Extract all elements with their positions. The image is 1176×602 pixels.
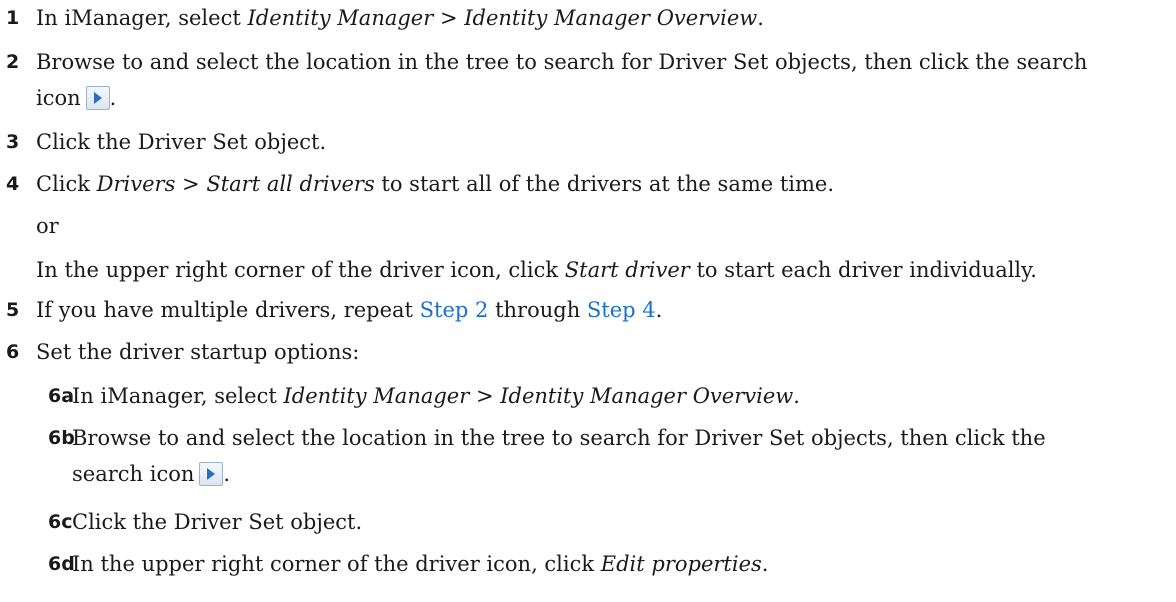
step-6: 6 Set the driver startup options:	[0, 334, 359, 370]
step-4: 4 Click Drivers > Start all drivers to s…	[0, 166, 834, 202]
step-text-part: If you have multiple drivers, repeat	[36, 298, 420, 322]
step-2: 2 Browse to and select the location in t…	[0, 44, 1087, 116]
step-text-part: Browse to and select the location in the…	[72, 426, 1046, 450]
step-6d: 6d In the upper right corner of the driv…	[0, 546, 768, 582]
step-4-alternative: In the upper right corner of the driver …	[36, 252, 1037, 288]
step-text-part: to start each driver individually.	[689, 258, 1037, 282]
step-text: Set the driver startup options:	[36, 340, 360, 364]
menu-path: Identity Manager > Identity Manager Over…	[247, 6, 758, 30]
step-text-part: In the upper right corner of the driver …	[72, 552, 601, 576]
step-6a: 6a In iManager, select Identity Manager …	[0, 378, 800, 414]
menu-path: Edit properties	[600, 552, 762, 576]
step-text: Browse to and select the location in the…	[36, 44, 1087, 116]
menu-path: Start driver	[564, 258, 690, 282]
step-text-part: In the upper right corner of the driver …	[36, 258, 565, 282]
search-arrow-icon	[199, 462, 224, 486]
step-text-part: Browse to and select the location in the…	[36, 50, 1088, 74]
step-text: In iManager, select Identity Manager > I…	[36, 0, 764, 36]
step-number: 6b	[48, 427, 75, 449]
step-number: 6a	[48, 385, 75, 407]
step-number: 6	[6, 341, 20, 363]
step-text: Click the Driver Set object.	[36, 130, 327, 154]
menu-path: Drivers > Start all drivers	[96, 172, 375, 196]
step-text-part: Click	[36, 172, 97, 196]
step-3: 3 Click the Driver Set object.	[0, 124, 326, 160]
step-6b: 6b Browse to and select the location in …	[0, 420, 1046, 492]
step-number: 4	[6, 173, 20, 195]
step-text-part: .	[793, 384, 800, 408]
step-text-part: .	[109, 86, 117, 110]
step-number: 1	[6, 7, 20, 29]
step-text-part: to start all of the drivers at the same …	[374, 172, 835, 196]
step-1: 1 In iManager, select Identity Manager >…	[0, 0, 764, 36]
step-6c: 6c Click the Driver Set object.	[0, 504, 362, 540]
step-5: 5 If you have multiple drivers, repeat S…	[0, 292, 662, 328]
step-number: 6c	[48, 511, 73, 533]
step-text-part: .	[223, 462, 231, 486]
menu-path: Identity Manager > Identity Manager Over…	[283, 384, 794, 408]
step-text-part: In iManager, select	[36, 6, 248, 30]
step-text-part: .	[757, 6, 764, 30]
search-arrow-icon	[85, 86, 110, 110]
step-number: 6d	[48, 553, 75, 575]
step-text: In iManager, select Identity Manager > I…	[72, 378, 800, 414]
step-text-part: .	[655, 298, 663, 322]
step-text-part: icon	[36, 86, 81, 110]
step-number: 3	[6, 131, 20, 153]
step-number: 2	[6, 51, 20, 73]
step-text-part: .	[761, 552, 769, 576]
step-text: In the upper right corner of the driver …	[72, 546, 768, 582]
step-text-part: In iManager, select	[72, 384, 284, 408]
step-text: If you have multiple drivers, repeat Ste…	[36, 292, 662, 328]
step-text: Browse to and select the location in the…	[72, 420, 1046, 492]
step-number: 5	[6, 299, 20, 321]
step-2-link[interactable]: Step 2	[420, 298, 489, 322]
step-text-part: search icon	[72, 462, 195, 486]
step-text: Click the Driver Set object.	[72, 510, 363, 534]
step-4-link[interactable]: Step 4	[587, 298, 656, 322]
step-4-or: or	[36, 214, 59, 238]
step-text: Click Drivers > Start all drivers to sta…	[36, 166, 834, 202]
step-text-part: through	[488, 298, 587, 322]
